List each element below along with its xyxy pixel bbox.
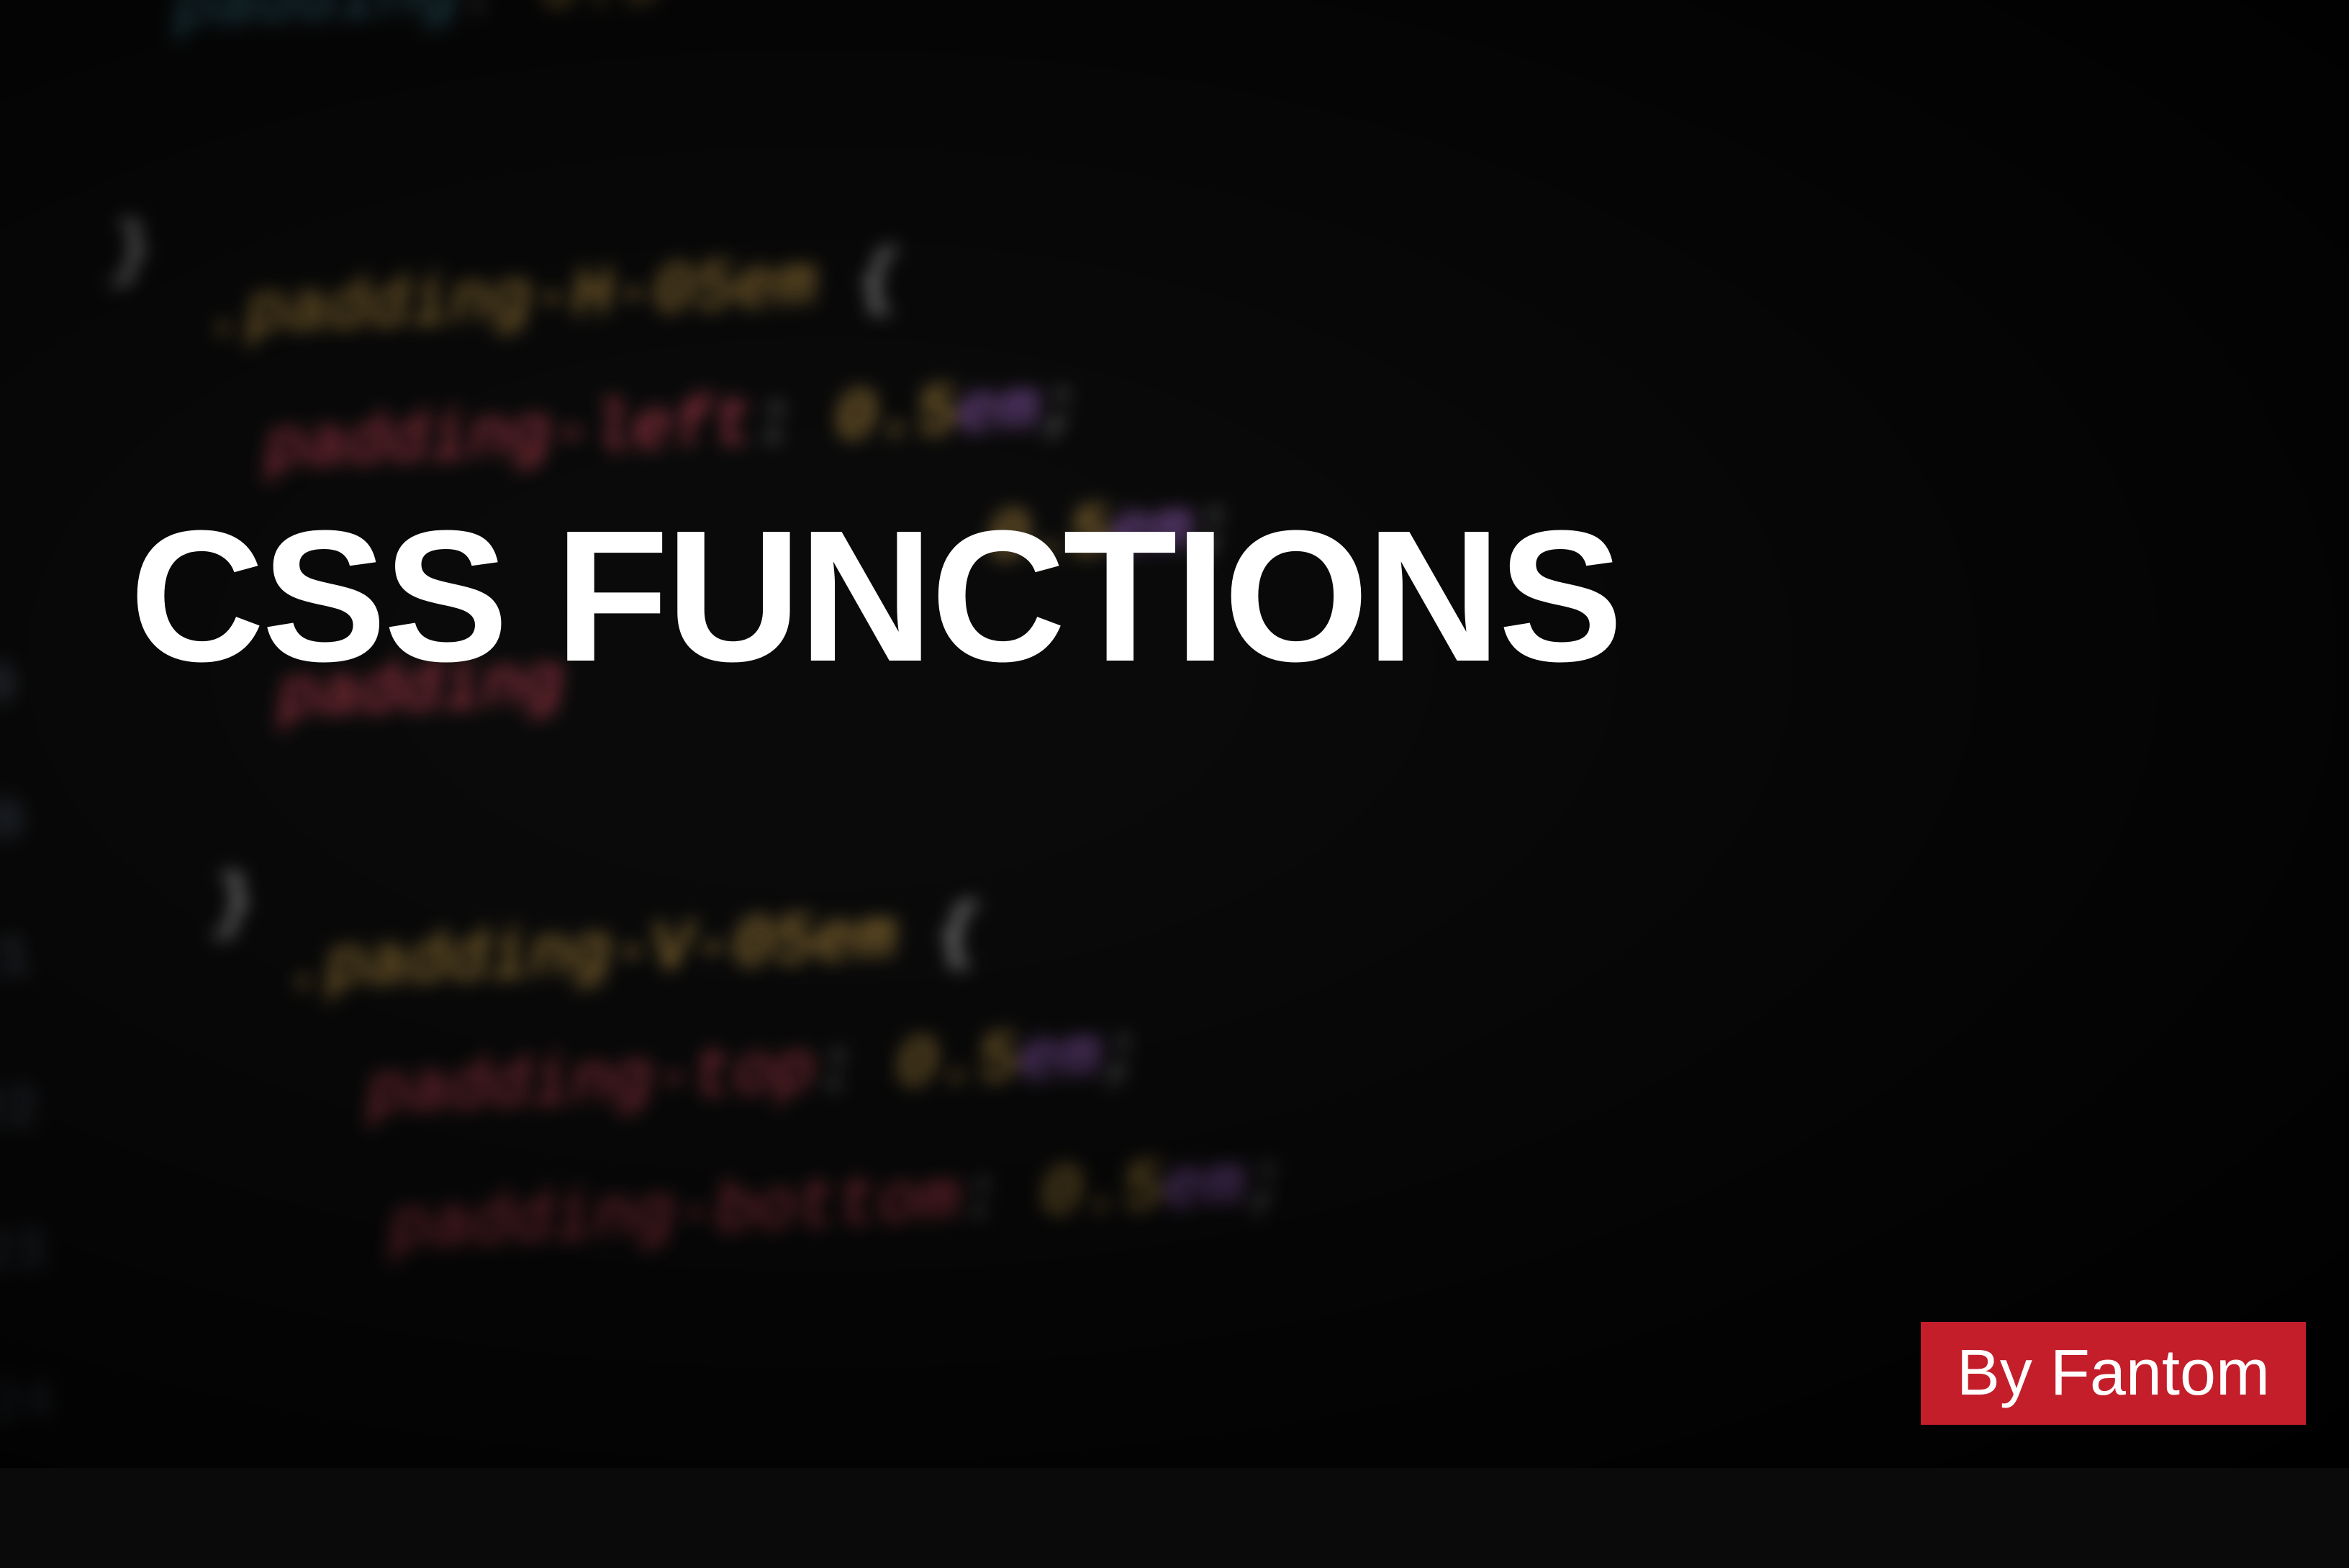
main-title: CSS FUNCTIONS [130,489,1620,704]
vignette-overlay [0,0,2349,1468]
author-badge: By Fantom [1921,1322,2306,1425]
